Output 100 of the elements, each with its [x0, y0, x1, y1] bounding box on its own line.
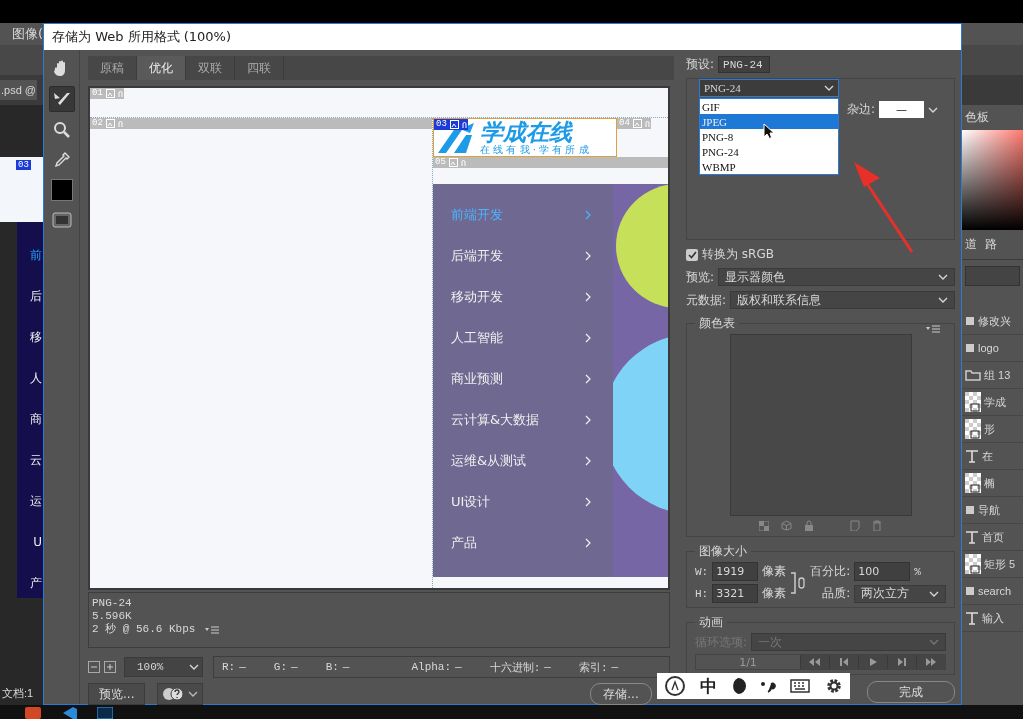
view-tab[interactable]: 优化 [137, 56, 186, 80]
info-text: PNG-24 [92, 597, 132, 610]
field-label: 品质: [822, 585, 851, 602]
zoom-icon[interactable] [52, 121, 71, 139]
readout-label: B: [325, 661, 339, 673]
layer-name[interactable]: 输入 [982, 610, 1004, 626]
format-option[interactable]: PNG-8 [700, 129, 838, 144]
height-field[interactable]: 3321 [712, 584, 759, 603]
document-tab[interactable]: .psd @ [0, 80, 37, 100]
slice-image-icon [105, 89, 124, 98]
layer-thumbnail [965, 392, 981, 412]
percent-field[interactable]: 100 [854, 562, 911, 581]
format-option[interactable]: PNG-24 [700, 144, 838, 159]
zoom-dropdown[interactable]: 100% [124, 657, 203, 677]
preset-field[interactable]: PNG-24 [718, 56, 771, 73]
zoom-in-button[interactable] [104, 661, 116, 673]
folder-icon [965, 369, 981, 381]
chevron-down-icon [824, 85, 834, 91]
readout-value: — [239, 661, 246, 673]
color-picker-field[interactable] [962, 130, 1023, 230]
preview-button[interactable]: 预览... [88, 683, 146, 705]
category-item[interactable]: 运维&从测试 [433, 440, 613, 481]
logo-tagline: 在 线 有 我 · 学 有 所 成 [480, 144, 589, 155]
menu-icon[interactable] [205, 625, 220, 634]
category-item[interactable]: 商业预测 [433, 358, 613, 399]
checkbox[interactable] [686, 248, 698, 261]
chevron-down-icon [929, 590, 939, 597]
mouse-cursor-icon [763, 123, 775, 139]
toggle-slices-icon[interactable] [51, 212, 72, 228]
checker-icon[interactable] [759, 520, 769, 531]
chevron-right-icon [585, 414, 591, 425]
zoom-out-button[interactable] [88, 661, 100, 673]
matte-swatch[interactable]: — [879, 101, 925, 118]
done-button[interactable]: 完成 [867, 681, 955, 703]
unit-label: % [914, 565, 921, 578]
nav-item-fragment: U [33, 534, 42, 551]
chevron-down-icon [929, 639, 939, 645]
nav-item-fragment: 云 [30, 452, 42, 469]
nav-item-fragment: 产 [30, 575, 42, 592]
readout-value: — [611, 661, 619, 673]
field-label: H: [695, 587, 709, 600]
layer-name[interactable]: 首页 [982, 529, 1004, 545]
category-item[interactable]: 后端开发 [433, 235, 613, 276]
color-swatch[interactable] [50, 179, 73, 201]
view-tab[interactable]: 四联 [235, 56, 284, 80]
slice-tag[interactable]: 03 [434, 119, 468, 130]
panel-tab[interactable]: 道 [965, 236, 977, 253]
new-color-icon[interactable] [850, 520, 860, 531]
metadata-dropdown[interactable]: 版权和联系信息 [730, 291, 955, 309]
format-option[interactable]: JPEG [700, 114, 838, 129]
layer-name[interactable]: 椭 [984, 475, 995, 491]
category-item[interactable]: 人工智能 [433, 317, 613, 358]
chevron-right-icon [585, 537, 591, 548]
category-item[interactable]: UI设计 [433, 481, 613, 522]
menu-icon[interactable] [926, 324, 940, 333]
format-option[interactable]: WBMP [700, 159, 838, 174]
layer-name[interactable]: 学成 [984, 394, 1006, 410]
layer-name[interactable]: 在 [982, 448, 993, 464]
eyedropper-icon[interactable] [52, 151, 71, 169]
keyboard-icon[interactable] [790, 679, 811, 693]
menu-item[interactable]: 图像( [12, 25, 44, 43]
preview-dropdown[interactable]: 显示器颜色 [718, 268, 955, 286]
category-item[interactable]: 云计算&大数据 [433, 399, 613, 440]
view-tab[interactable]: 双联 [186, 56, 235, 80]
input-mode-toggle[interactable]: 中 [700, 674, 718, 698]
ime-logo-icon[interactable] [664, 675, 687, 697]
panel-tab[interactable]: 路 [985, 236, 997, 253]
layer-name[interactable]: 形 [984, 421, 995, 437]
layer-name[interactable]: 组 13 [984, 367, 1011, 383]
browser-button[interactable] [157, 683, 204, 705]
settings-icon[interactable] [824, 677, 843, 695]
field-label: 预览: [686, 268, 715, 286]
frame-counter: 1/1 [738, 655, 758, 669]
chevron-right-icon [585, 291, 591, 302]
slice-number: 03 [435, 119, 448, 130]
layer-name[interactable]: logo [978, 342, 999, 354]
chevron-down-icon [188, 691, 199, 697]
chevron-right-icon [585, 250, 591, 261]
taskbar-app-icon[interactable] [97, 707, 113, 719]
category-item[interactable]: 产品 [433, 522, 613, 563]
layer-group-icon [965, 316, 975, 326]
plus-icon [106, 663, 114, 671]
layer-name[interactable]: 修改兴 [978, 313, 1011, 329]
width-field[interactable]: 1919 [712, 562, 759, 581]
layer-name[interactable]: 导航 [978, 502, 1000, 518]
category-item[interactable]: 移动开发 [433, 276, 613, 317]
field-label: 百分比: [810, 563, 851, 580]
format-option[interactable]: GIF [700, 99, 838, 114]
text-layer-icon [965, 611, 979, 625]
readout-label: 十六进制: [489, 660, 541, 675]
layer-name[interactable]: 矩形 5 [984, 556, 1016, 572]
nav-item-fragment: 前 [30, 247, 42, 264]
taskbar-app-icon[interactable] [61, 707, 77, 719]
field-label: 元数据: [686, 291, 727, 309]
text-layer-icon [965, 449, 979, 463]
quality-dropdown[interactable]: 两次立方 [854, 584, 946, 603]
layer-name[interactable]: search [978, 585, 1012, 597]
format-dropdown[interactable]: PNG-24 [699, 79, 839, 97]
field-label: W: [695, 565, 709, 578]
panel-tab[interactable]: 色板 [962, 105, 1023, 130]
